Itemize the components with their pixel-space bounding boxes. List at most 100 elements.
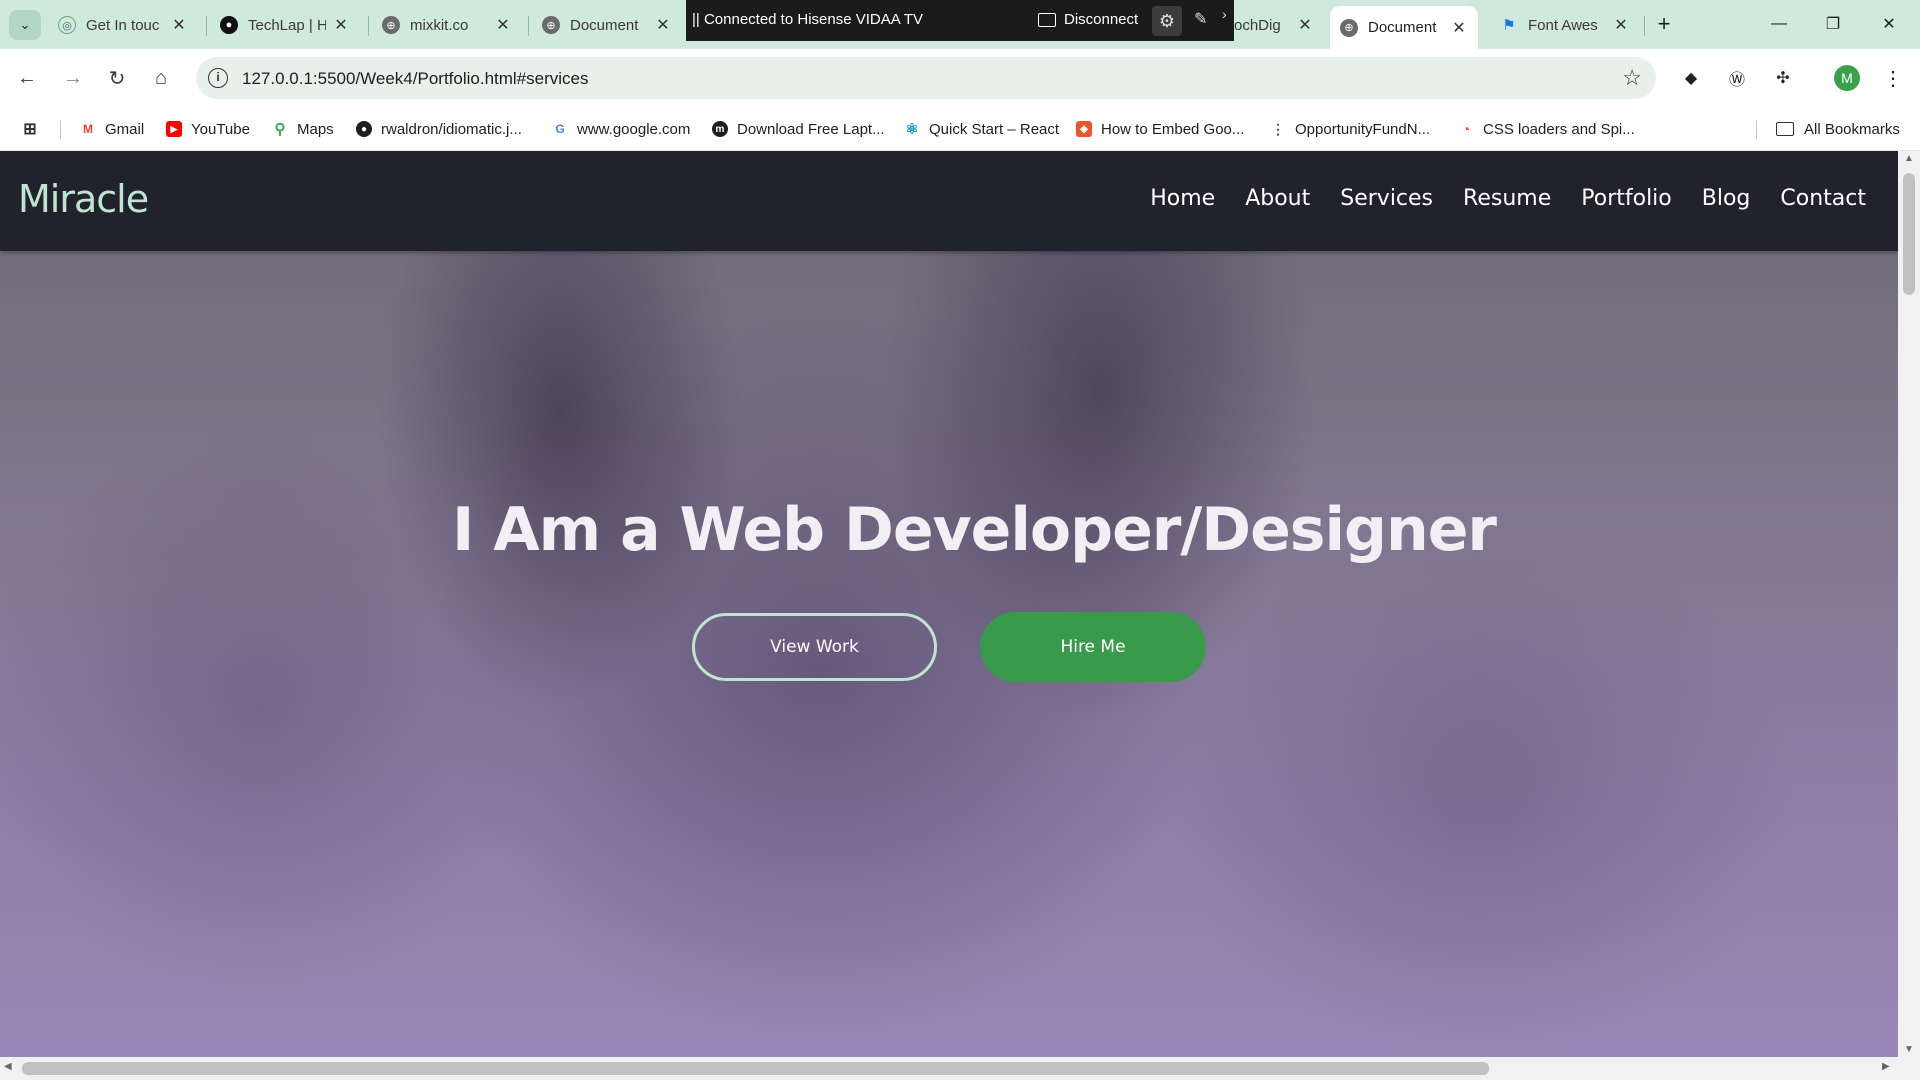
more-menu-icon[interactable]: ⋮ bbox=[1880, 65, 1906, 91]
bookmark-opportunity[interactable]: ⋮ OpportunityFundN... bbox=[1270, 117, 1430, 141]
bookmark-youtube[interactable]: ▶ YouTube bbox=[166, 117, 250, 141]
close-icon[interactable]: ✕ bbox=[1612, 15, 1630, 35]
close-icon[interactable]: ✕ bbox=[170, 15, 188, 35]
bookmark-react[interactable]: ⚛ Quick Start – React bbox=[904, 117, 1059, 141]
close-icon[interactable]: ✕ bbox=[654, 15, 672, 35]
tab-title: Document bbox=[570, 16, 639, 34]
scroll-right-arrow-icon[interactable]: ▶ bbox=[1882, 1061, 1890, 1072]
bookmark-maps[interactable]: ⚲ Maps bbox=[272, 117, 334, 141]
bookmark-label: Gmail bbox=[105, 120, 145, 138]
tab-title: Document bbox=[1368, 19, 1437, 36]
back-arrow-icon[interactable]: ← bbox=[12, 63, 42, 93]
nav-link-resume[interactable]: Resume bbox=[1463, 186, 1551, 211]
url-text[interactable]: 127.0.0.1:5500/Week4/Portfolio.html#serv… bbox=[242, 69, 589, 89]
tab-title: TechLap | H bbox=[248, 16, 326, 34]
close-icon[interactable]: ✕ bbox=[494, 15, 512, 35]
extension-w-icon[interactable]: Ⓦ bbox=[1724, 65, 1750, 91]
disconnect-label: Disconnect bbox=[1064, 11, 1139, 28]
minimize-icon[interactable]: — bbox=[1756, 10, 1802, 38]
all-bookmarks-button[interactable]: All Bookmarks bbox=[1776, 117, 1900, 141]
disconnect-button[interactable]: Disconnect bbox=[1038, 11, 1138, 28]
bookmark-divider bbox=[1756, 121, 1757, 139]
view-work-button[interactable]: View Work bbox=[692, 613, 937, 681]
apps-grid-icon[interactable]: ⊞ bbox=[22, 117, 47, 141]
hire-me-button[interactable]: Hire Me bbox=[980, 612, 1206, 682]
bookmark-label: CSS loaders and Spi... bbox=[1483, 120, 1635, 138]
avatar[interactable]: M bbox=[1834, 65, 1860, 91]
hero-background-image bbox=[0, 151, 1898, 1057]
horizontal-scrollbar[interactable]: ◀ ▶ bbox=[0, 1057, 1920, 1080]
browser-toolbar: ← → ↻ ⌂ i 127.0.0.1:5500/Week4/Portfolio… bbox=[0, 49, 1920, 107]
tab-get-in-touch[interactable]: ◎ Get In touc ✕ bbox=[48, 8, 198, 42]
tab-ochdig[interactable]: ochDig ✕ bbox=[1234, 8, 1324, 42]
flag-icon: ⚑ bbox=[1502, 17, 1516, 34]
bookmark-label: Maps bbox=[297, 120, 334, 138]
bookmark-divider bbox=[60, 121, 61, 139]
restore-icon[interactable]: ❐ bbox=[1810, 10, 1856, 38]
page-viewport: Miracle Home About Services Resume Portf… bbox=[0, 151, 1898, 1057]
bookmark-embed[interactable]: ◈ How to Embed Goo... bbox=[1076, 117, 1244, 141]
gmail-icon: M bbox=[83, 122, 93, 136]
scroll-left-arrow-icon[interactable]: ◀ bbox=[4, 1061, 12, 1072]
youtube-icon: ▶ bbox=[166, 121, 182, 137]
vertical-scrollbar[interactable]: ▲ ▼ bbox=[1898, 151, 1920, 1057]
tab-techlap[interactable]: ● TechLap | H ✕ bbox=[210, 8, 360, 42]
react-icon: ⚛ bbox=[905, 121, 919, 138]
loader-icon: ◔ bbox=[1461, 121, 1471, 137]
tab-search-button[interactable]: ⌄ bbox=[9, 10, 41, 40]
scroll-up-arrow-icon[interactable]: ▲ bbox=[1898, 153, 1920, 164]
site-logo[interactable]: Miracle bbox=[18, 177, 149, 221]
nav-link-about[interactable]: About bbox=[1245, 186, 1310, 211]
extensions-puzzle-icon[interactable]: ✣ bbox=[1770, 65, 1796, 91]
gear-icon[interactable]: ⚙ bbox=[1152, 6, 1182, 36]
all-bookmarks-label: All Bookmarks bbox=[1804, 120, 1900, 138]
tab-divider bbox=[528, 16, 529, 36]
tab-mixkit[interactable]: ⊕ mixkit.co ✕ bbox=[372, 8, 522, 42]
reload-icon[interactable]: ↻ bbox=[102, 63, 132, 93]
bookmark-css-loaders[interactable]: ◔ CSS loaders and Spi... bbox=[1458, 117, 1635, 141]
bookmark-label: Quick Start – React bbox=[929, 120, 1060, 138]
site-info-icon[interactable]: i bbox=[208, 68, 228, 88]
embed-icon: ◈ bbox=[1076, 121, 1092, 137]
bookmarks-bar: ⊞ M Gmail ▶ YouTube ⚲ Maps ● rwaldron/id… bbox=[0, 107, 1920, 151]
chevron-right-icon[interactable]: › bbox=[1222, 6, 1227, 22]
tab-font-awesome[interactable]: ⚑ Font Awes ✕ bbox=[1490, 8, 1640, 42]
vertical-scroll-thumb[interactable] bbox=[1903, 173, 1915, 295]
globe-icon: ⊕ bbox=[382, 16, 400, 34]
close-icon[interactable]: ✕ bbox=[1450, 18, 1468, 38]
bookmark-download-laptop[interactable]: m Download Free Lapt... bbox=[712, 117, 885, 141]
extension-shield-icon[interactable]: ◆ bbox=[1678, 65, 1704, 91]
nav-link-contact[interactable]: Contact bbox=[1780, 186, 1866, 211]
close-icon[interactable]: ✕ bbox=[1296, 15, 1314, 35]
tab-divider bbox=[368, 16, 369, 36]
hero-title: I Am a Web Developer/Designer bbox=[452, 495, 1497, 565]
bookmark-label: www.google.com bbox=[577, 120, 691, 138]
address-bar[interactable]: i 127.0.0.1:5500/Week4/Portfolio.html#se… bbox=[196, 57, 1656, 99]
nav-link-services[interactable]: Services bbox=[1340, 186, 1433, 211]
tab-title: Get In touc bbox=[86, 16, 160, 34]
cast-icon bbox=[1038, 12, 1056, 27]
close-icon[interactable]: ✕ bbox=[332, 15, 350, 35]
bookmark-github[interactable]: ● rwaldron/idiomatic.j... bbox=[356, 117, 522, 141]
pin-icon[interactable]: ✎ bbox=[1194, 9, 1207, 29]
nav-link-portfolio[interactable]: Portfolio bbox=[1581, 186, 1672, 211]
techlap-icon: ● bbox=[220, 16, 238, 34]
new-tab-button[interactable]: + bbox=[1650, 10, 1678, 38]
forward-arrow-icon[interactable]: → bbox=[58, 63, 88, 93]
tab-document-active[interactable]: ⊕ Document ✕ bbox=[1330, 6, 1478, 49]
bookmark-google[interactable]: G www.google.com bbox=[552, 117, 690, 141]
horizontal-scroll-thumb[interactable] bbox=[22, 1062, 1489, 1075]
bookmark-star-icon[interactable]: ☆ bbox=[1622, 65, 1642, 91]
cast-status-label: || Connected to Hisense VIDAA TV bbox=[692, 11, 923, 28]
bookmark-label: YouTube bbox=[191, 120, 250, 138]
home-icon[interactable]: ⌂ bbox=[146, 63, 176, 93]
tab-document-1[interactable]: ⊕ Document ✕ bbox=[532, 8, 682, 42]
globe-icon: ⊕ bbox=[1340, 18, 1358, 37]
nav-link-blog[interactable]: Blog bbox=[1702, 186, 1751, 211]
bookmark-gmail[interactable]: M Gmail bbox=[80, 117, 144, 141]
scroll-down-arrow-icon[interactable]: ▼ bbox=[1898, 1044, 1920, 1055]
window-close-icon[interactable]: ✕ bbox=[1866, 10, 1912, 38]
tab-divider bbox=[206, 16, 207, 36]
bookmark-label: rwaldron/idiomatic.j... bbox=[381, 120, 522, 138]
nav-link-home[interactable]: Home bbox=[1150, 186, 1215, 211]
